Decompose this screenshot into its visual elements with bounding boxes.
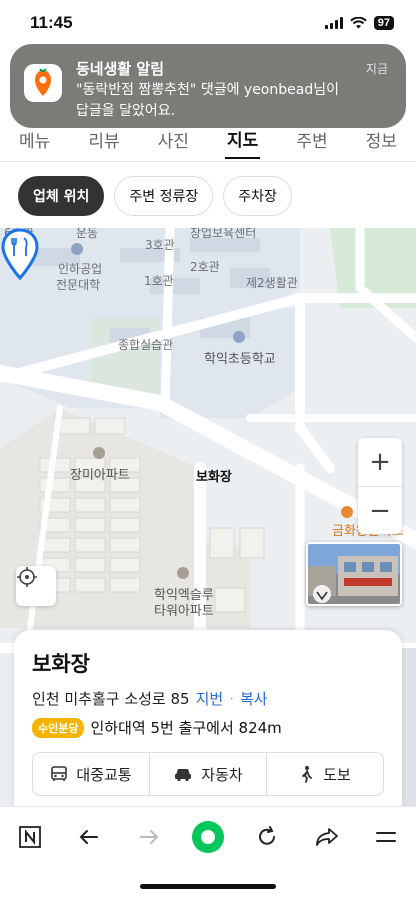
green-dot-icon <box>191 820 224 853</box>
signal-icon <box>324 17 343 29</box>
directions-actions: 대중교통 자동차 도보 <box>32 752 384 796</box>
separator-dot: · <box>229 689 234 708</box>
share-button[interactable] <box>307 817 347 857</box>
reload-button[interactable] <box>247 817 287 857</box>
green-dot-button[interactable] <box>188 817 228 857</box>
back-button[interactable] <box>69 817 109 857</box>
notification-line-1: "동락반점 짬뽕추천" 댓글에 yeonbead님이 <box>76 82 339 98</box>
car-icon <box>175 769 192 782</box>
jibun-link[interactable]: 지번 <box>196 688 224 709</box>
naver-home-button[interactable] <box>10 817 50 857</box>
walk-directions-button[interactable]: 도보 <box>266 753 383 795</box>
street-view-image <box>308 544 400 604</box>
place-address: 인천 미추홀구 소성로 85 <box>32 690 190 708</box>
map-label-dorm2: 제2생활관 <box>246 276 298 290</box>
pin-label: 보화장 <box>196 470 232 485</box>
chip-business-location[interactable]: 업체 위치 <box>18 176 105 216</box>
transit-distance: 인하대역 5번 출구에서 824m <box>90 719 282 737</box>
place-address-row: 인천 미추홀구 소성로 85 지번 · 복사 <box>32 688 384 709</box>
car-directions-label: 자동차 <box>201 765 243 784</box>
transit-directions-button[interactable]: 대중교통 <box>33 753 149 795</box>
college-icon <box>71 243 83 255</box>
map-label-college1: 인하공업 <box>58 262 103 276</box>
arrow-left-icon <box>79 829 99 844</box>
notification-line-2: 답글을 달았어요. <box>76 103 176 119</box>
map-label-hall3: 3호관 <box>145 238 175 252</box>
walk-directions-label: 도보 <box>323 765 351 784</box>
subway-line-badge: 수인분당 <box>32 717 85 738</box>
map-label-hall1: 1호관 <box>144 274 174 288</box>
map-label-practice: 종합실습관 <box>118 338 174 352</box>
map-label-center: 창업보육센터 <box>190 228 257 240</box>
wifi-icon <box>350 17 367 29</box>
notification-title: 동네생활 알림 <box>76 60 165 78</box>
browser-toolbar <box>0 806 416 866</box>
apartment-icon <box>177 567 189 579</box>
screen: 11:45 97 메뉴 리뷰 사진 지도 주변 정보 업체 위치 주변 정류장 … <box>0 0 416 900</box>
poi-apartment-rose: 장미아파트 <box>70 468 130 483</box>
transit-row: 수인분당 인하대역 5번 출구에서 824m <box>32 717 384 738</box>
reload-icon <box>259 825 276 845</box>
locate-button[interactable] <box>16 566 56 606</box>
menu-button[interactable] <box>366 817 406 857</box>
street-view-thumbnail[interactable] <box>306 542 402 606</box>
chip-nearby-stops[interactable]: 주변 정류장 <box>114 176 214 216</box>
home-indicator[interactable] <box>140 884 276 889</box>
status-bar: 11:45 97 <box>0 0 416 46</box>
map-label-college2: 전문대학 <box>56 278 101 292</box>
hamburger-menu-icon <box>376 831 397 842</box>
share-icon <box>315 827 338 846</box>
push-notification[interactable]: 동네생활 알림 "동락반점 짬뽕추천" 댓글에 yeonbead님이 답글을 달… <box>10 44 406 128</box>
map-label-stadium: 운동 <box>76 228 99 240</box>
zoom-controls: + − <box>358 438 402 534</box>
place-title: 보화장 <box>32 652 90 676</box>
place-info-card: 보화장 인천 미추홀구 소성로 85 지번 · 복사 수인분당 인하대역 5번 … <box>14 630 402 820</box>
transit-directions-label: 대중교통 <box>76 765 132 784</box>
map-label-hall2: 2호관 <box>190 260 220 274</box>
zoom-in-button[interactable]: + <box>358 438 402 486</box>
poi-apartment-xl-b: 타워아파트 <box>154 604 214 619</box>
zoom-out-button[interactable]: − <box>358 487 402 535</box>
walk-icon <box>302 766 313 783</box>
apartment-icon <box>93 447 105 459</box>
bus-icon <box>51 766 68 781</box>
battery-icon: 97 <box>373 16 394 30</box>
restaurant-marker-icon <box>341 506 353 518</box>
chip-parking[interactable]: 주차장 <box>223 176 292 216</box>
school-icon <box>233 331 245 343</box>
karrot-app-icon <box>24 64 62 102</box>
poi-school: 학익초등학교 <box>204 352 276 367</box>
arrow-right-icon <box>139 829 158 844</box>
forward-button[interactable] <box>129 817 169 857</box>
restaurant-pin-icon[interactable] <box>0 228 40 288</box>
car-directions-button[interactable]: 자동차 <box>149 753 266 795</box>
status-icons: 97 <box>324 16 394 30</box>
notification-time: 지금 <box>365 62 388 76</box>
naver-logo-icon <box>18 825 41 848</box>
copy-link[interactable]: 복사 <box>240 688 268 709</box>
crosshair-icon <box>17 567 37 587</box>
map-filter-chips: 업체 위치 주변 정류장 주차장 <box>18 176 292 216</box>
status-time: 11:45 <box>30 13 73 32</box>
notification-body: 동네생활 알림 "동락반점 짬뽕추천" 댓글에 yeonbead님이 답글을 달… <box>76 58 392 119</box>
